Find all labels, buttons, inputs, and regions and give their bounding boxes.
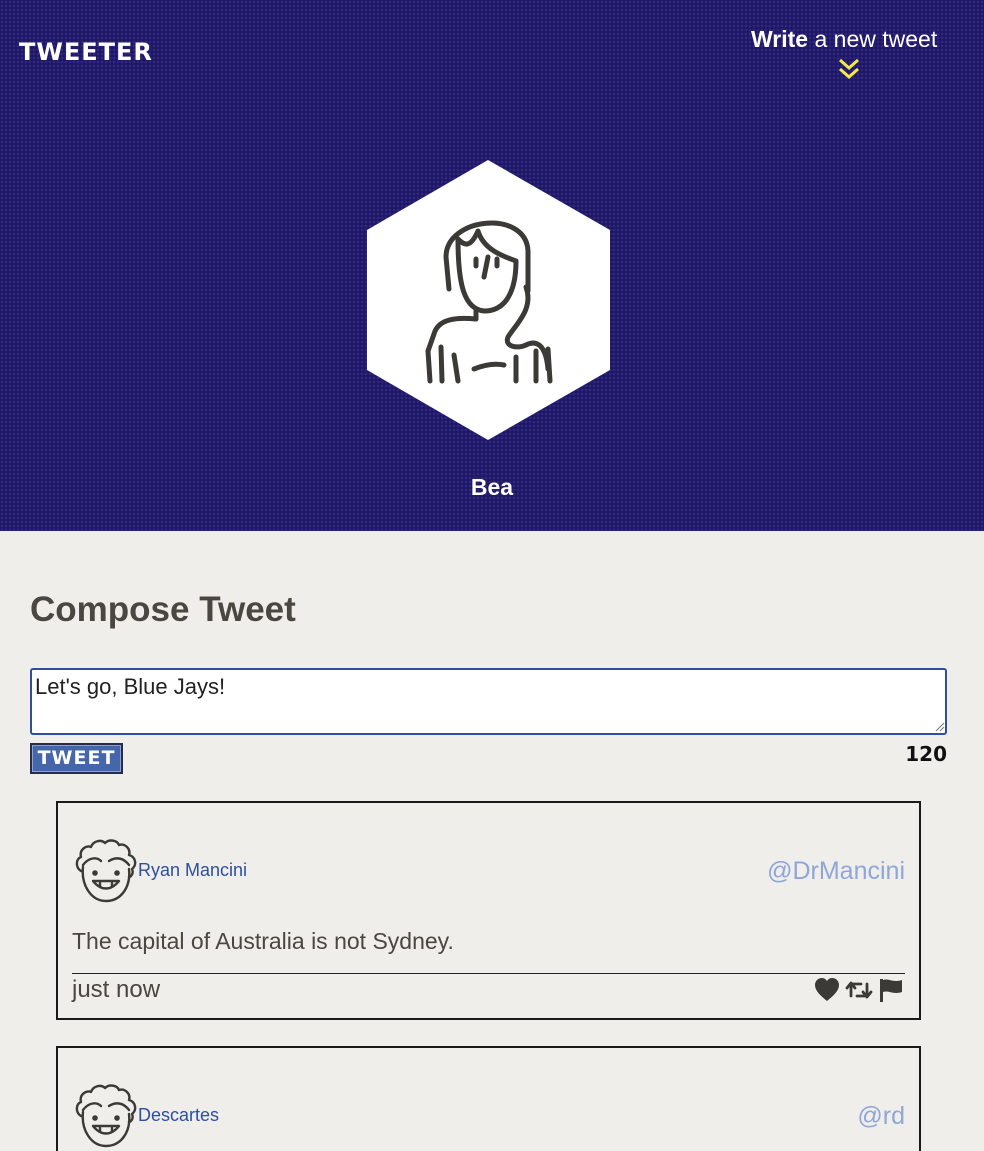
compose-title: Compose Tweet (30, 590, 296, 629)
tweet-card: Descartes @rd (56, 1046, 921, 1151)
heart-icon[interactable] (813, 976, 841, 1004)
tweet-author-name[interactable]: Descartes (138, 1105, 219, 1126)
avatar (75, 1084, 137, 1148)
avatar (75, 839, 137, 903)
resize-grip-icon[interactable] (935, 722, 945, 732)
write-new-tweet-link[interactable]: Write a new tweet (751, 26, 951, 53)
write-link-rest: a new tweet (808, 26, 938, 52)
tweet-author-name[interactable]: Ryan Mancini (138, 860, 247, 881)
app-logo[interactable]: TWEETER (19, 38, 153, 66)
tweet-card: Ryan Mancini @DrMancini The capital of A… (56, 801, 921, 1020)
tweet-timestamp: just now (72, 976, 161, 1003)
compose-tweet-input[interactable] (30, 668, 947, 735)
double-chevron-down-icon[interactable] (838, 58, 860, 80)
tweet-author-handle[interactable]: @DrMancini (767, 857, 905, 886)
character-counter: 120 (905, 742, 947, 766)
tweet-author-handle[interactable]: @rd (857, 1102, 905, 1131)
tweet-actions (813, 975, 905, 1005)
retweet-icon[interactable] (845, 976, 873, 1004)
flag-icon[interactable] (877, 976, 905, 1004)
profile-name: Bea (470, 474, 514, 500)
profile-banner: TWEETER Write a new tweet Bea (0, 0, 984, 531)
tweet-divider (72, 973, 905, 974)
write-link-bold: Write (751, 26, 809, 52)
profile-avatar (367, 160, 610, 440)
tweet-submit-button[interactable]: TWEET (30, 743, 123, 774)
tweet-text: The capital of Australia is not Sydney. (72, 928, 454, 954)
